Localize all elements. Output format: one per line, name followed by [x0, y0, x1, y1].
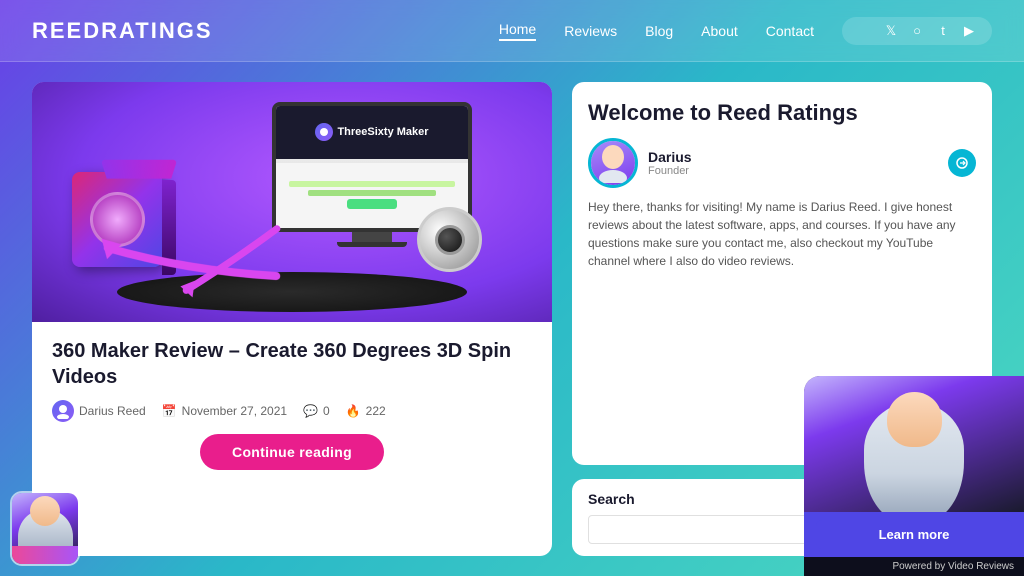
author-name-sidebar: Darius — [648, 149, 938, 165]
article-body: 360 Maker Review – Create 360 Degrees 3D… — [32, 322, 552, 482]
learn-more-section: Learn more — [804, 512, 1024, 557]
author-name: Darius Reed — [79, 404, 146, 418]
twitter-icon[interactable]: 𝕏 — [882, 23, 900, 39]
social-icons-group:  𝕏 ○ t ▶ — [842, 17, 992, 45]
article-image: ThreeSixty Maker — [32, 82, 552, 322]
calendar-icon: 📅 — [162, 404, 177, 418]
facebook-icon[interactable]:  — [856, 23, 874, 39]
welcome-body-text: Hey there, thanks for visiting! My name … — [588, 198, 976, 270]
logo: ReedRatings — [32, 18, 213, 44]
author-role: Founder — [648, 165, 938, 177]
author-row: Darius Founder — [588, 138, 976, 188]
comment-icon: 💬 — [303, 404, 318, 418]
article-meta: Darius Reed 📅 November 27, 2021 💬 0 🔥 22… — [52, 400, 532, 422]
corner-avatar — [10, 491, 80, 566]
nav-item-contact[interactable]: Contact — [766, 23, 814, 39]
learn-more-button[interactable]: Learn more — [816, 520, 1012, 549]
nav-item-blog[interactable]: Blog — [645, 23, 673, 39]
author-mini-avatar — [52, 400, 74, 422]
nav-item-about[interactable]: About — [701, 23, 738, 39]
author-info: Darius Founder — [648, 149, 938, 177]
article-date: November 27, 2021 — [182, 404, 287, 418]
meta-date: 📅 November 27, 2021 — [162, 404, 287, 418]
nav-item-reviews[interactable]: Reviews — [564, 23, 617, 39]
continue-reading-button[interactable]: Continue reading — [200, 434, 384, 470]
meta-author: Darius Reed — [52, 400, 146, 422]
powered-by-bar: Powered by Video Reviews — [804, 557, 1024, 576]
comment-count: 0 — [323, 404, 330, 418]
video-face — [804, 376, 1024, 512]
powered-by-text: Powered by Video Reviews — [892, 561, 1014, 572]
product-box — [72, 172, 172, 282]
nav: Home Reviews Blog About Contact  𝕏 ○ t … — [499, 17, 992, 45]
nav-item-home[interactable]: Home — [499, 21, 536, 41]
author-link-icon[interactable] — [948, 149, 976, 177]
youtube-icon[interactable]: ▶ — [960, 23, 978, 39]
video-popup: Learn more Powered by Video Reviews — [804, 376, 1024, 576]
view-count: 222 — [366, 404, 386, 418]
camera-ball — [417, 207, 487, 277]
header: ReedRatings Home Reviews Blog About Cont… — [0, 0, 1024, 62]
fire-icon: 🔥 — [346, 404, 361, 418]
article-card: ThreeSixty Maker — [32, 82, 552, 556]
pinterest-icon[interactable]: ○ — [908, 23, 926, 39]
tumblr-icon[interactable]: t — [934, 23, 952, 39]
meta-comments: 💬 0 — [303, 404, 330, 418]
article-title: 360 Maker Review – Create 360 Degrees 3D… — [52, 338, 532, 390]
author-avatar — [588, 138, 638, 188]
meta-views: 🔥 222 — [346, 404, 386, 418]
welcome-title: Welcome to Reed Ratings — [588, 100, 976, 126]
